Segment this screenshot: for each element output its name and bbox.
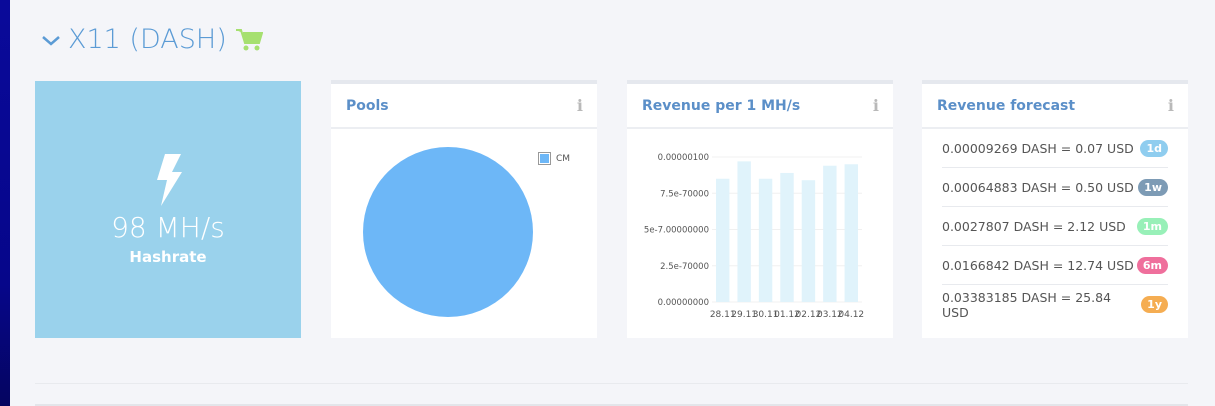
legend-item-cm[interactable]: CM	[537, 152, 570, 165]
pools-pie	[363, 147, 533, 317]
y-tick-label: 5e-7.00000000	[644, 226, 709, 236]
lightning-icon	[157, 154, 182, 206]
x-tick-label: 04.12	[838, 310, 864, 320]
bar-02.12	[801, 180, 816, 302]
forecast-row: 0.03383185 DASH = 25.84 USD 1y	[942, 285, 1168, 324]
revenue-title: Revenue per 1 MH/s	[642, 97, 801, 114]
forecast-row: 0.0166842 DASH = 12.74 USD 6m	[942, 246, 1168, 285]
pools-card: Pools i CM	[331, 80, 597, 338]
forecast-value: 0.00009269 DASH = 0.07 USD	[942, 140, 1134, 156]
period-badge: 6m	[1136, 256, 1168, 274]
forecast-row: 0.00009269 DASH = 0.07 USD 1d	[942, 129, 1168, 168]
bar-04.12	[844, 164, 858, 302]
forecast-value: 0.0027807 DASH = 2.12 USD	[942, 218, 1126, 234]
y-tick-label: 0.00000100	[658, 153, 709, 163]
forecast-list: 0.00009269 DASH = 0.07 USD 1d 0.00064883 …	[922, 129, 1188, 324]
info-icon[interactable]: i	[577, 96, 583, 115]
bar-01.12	[780, 172, 794, 302]
forecast-row: 0.0027807 DASH = 2.12 USD 1m	[942, 207, 1168, 246]
bar-29.11	[737, 161, 751, 302]
y-tick-label: 7.5e-70000	[660, 189, 709, 199]
legend-label: CM	[555, 153, 570, 164]
period-badge: 1y	[1141, 296, 1168, 313]
chevron-down-icon[interactable]	[40, 29, 62, 51]
forecast-title: Revenue forecast	[937, 97, 1076, 114]
forecast-row: 0.00064883 DASH = 0.50 USD 1w	[942, 168, 1168, 207]
y-tick-label: 2.5e-70000	[660, 262, 709, 272]
info-icon[interactable]: i	[873, 96, 879, 115]
hashrate-tile: 98 MH/s Hashrate	[35, 81, 301, 338]
divider	[35, 383, 1188, 384]
hashrate-value: 98 MH/s	[111, 211, 225, 244]
cart-icon[interactable]	[235, 27, 263, 53]
legend-swatch	[537, 152, 551, 165]
bar-03.12	[823, 165, 837, 302]
period-badge: 1m	[1136, 217, 1168, 235]
forecast-card: Revenue forecast i 0.00009269 DASH = 0.07…	[922, 80, 1188, 338]
left-edge	[0, 0, 10, 406]
pie-slice-cm	[363, 147, 533, 317]
revenue-chart: 0.00000000 2.5e-70000 5e-7.00000000 7.5e-70…	[644, 153, 864, 320]
bar-30.11	[758, 178, 773, 302]
revenue-card: Revenue per 1 MH/s i 0.00000000 2.5e-70000…	[627, 80, 893, 338]
forecast-value: 0.03383185 DASH = 25.84 USD	[942, 289, 1112, 320]
forecast-value: 0.00064883 DASH = 0.50 USD	[942, 179, 1134, 195]
forecast-value: 0.0166842 DASH = 12.74 USD	[942, 257, 1134, 273]
section-title: X11 (DASH)	[68, 24, 227, 55]
y-tick-label: 0.00000000	[658, 298, 709, 308]
info-icon[interactable]: i	[1168, 96, 1174, 115]
period-badge: 1w	[1138, 178, 1168, 196]
pools-title: Pools	[346, 97, 389, 114]
hashrate-label: Hashrate	[129, 248, 207, 266]
period-badge: 1d	[1140, 139, 1168, 157]
bar-28.11	[716, 178, 730, 302]
section-header[interactable]: X11 (DASH)	[40, 24, 263, 55]
